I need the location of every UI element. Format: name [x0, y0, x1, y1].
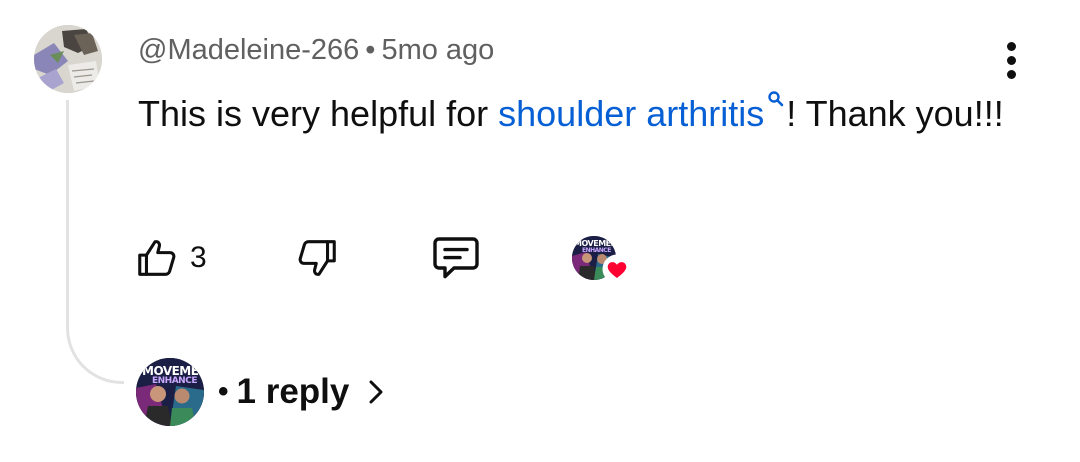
comment-text-end: ! Thank you!!! — [786, 93, 1004, 134]
reply-brand-line2: ENHANCE — [152, 376, 197, 386]
like-count: 3 — [190, 241, 207, 274]
thumbs-down-icon — [298, 240, 336, 276]
view-replies-button[interactable]: MOVEMENT ENHANCE • 1 reply — [136, 356, 389, 428]
comment-icon — [433, 237, 479, 279]
dislike-button[interactable] — [294, 232, 340, 284]
creator-brand-line2: ENHANCE — [582, 247, 611, 254]
more-vert-icon[interactable] — [998, 40, 1026, 82]
reply-author-avatar: MOVEMENT ENHANCE — [136, 358, 204, 426]
comment-text-start: This is very helpful for — [138, 93, 499, 134]
comment-timestamp[interactable]: 5mo ago — [381, 34, 494, 66]
avatar-image — [34, 25, 102, 93]
reply-count-label: 1 reply — [236, 372, 350, 411]
chevron-right-icon — [369, 380, 383, 404]
comment-meta: @Madeleine-266 • 5mo ago — [138, 30, 494, 70]
author-handle[interactable]: @Madeleine-266 — [138, 34, 359, 66]
thumbs-up-icon — [138, 240, 176, 276]
search-link-label: shoulder arthritis — [498, 93, 765, 134]
meta-separator: • — [365, 34, 376, 66]
replies-label: • 1 reply — [218, 372, 389, 412]
reply-button[interactable] — [430, 232, 482, 284]
creator-heart-badge: MOVEMENT ENHANCE — [570, 232, 632, 284]
comment-actions: 3 MOVEMENT E — [0, 232, 1080, 288]
heart-icon — [602, 254, 632, 284]
search-icon — [768, 91, 784, 107]
comment-text: This is very helpful for shoulder arthri… — [138, 86, 1018, 142]
like-button[interactable]: 3 — [134, 232, 207, 284]
search-link[interactable]: shoulder arthritis — [498, 91, 786, 134]
commenter-avatar[interactable] — [34, 25, 102, 93]
replies-separator: • — [218, 375, 229, 408]
